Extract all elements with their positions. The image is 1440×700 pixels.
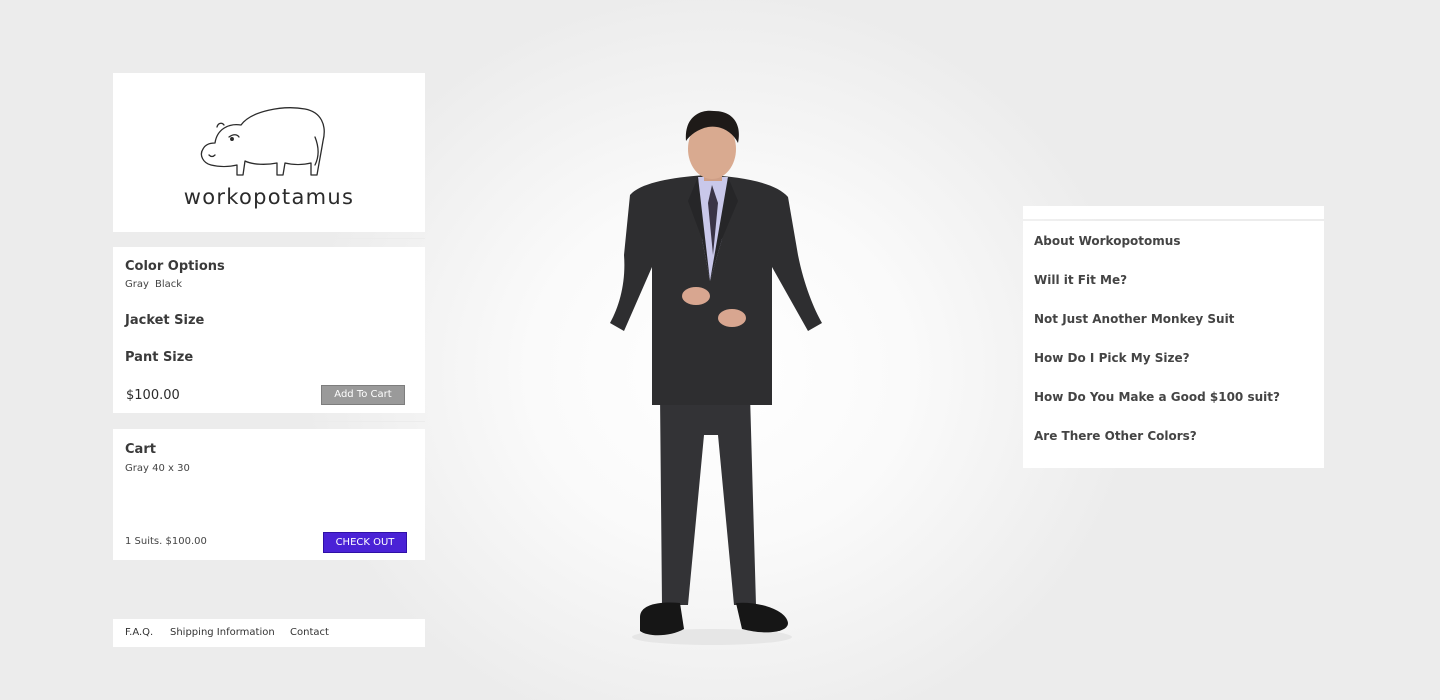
logo-panel: workopotamus (113, 73, 425, 232)
shipping-information-link[interactable]: Shipping Information (170, 627, 275, 638)
faq-panel-header (1023, 206, 1324, 219)
brand-name: workopotamus (183, 185, 355, 209)
faq-item-about[interactable]: About Workopotomus (1034, 234, 1180, 248)
faq-item-good-suit[interactable]: How Do You Make a Good $100 suit? (1034, 390, 1280, 404)
contact-link[interactable]: Contact (290, 627, 329, 638)
pant-size-title[interactable]: Pant Size (125, 350, 193, 365)
checkout-button[interactable]: CHECK OUT (323, 532, 407, 553)
add-to-cart-button[interactable]: Add To Cart (321, 385, 405, 405)
cart-summary: 1 Suits. $100.00 (125, 536, 207, 547)
faq-link[interactable]: F.A.Q. (125, 627, 153, 638)
color-option-black[interactable]: Black (155, 279, 182, 290)
color-option-gray[interactable]: Gray (125, 279, 149, 290)
jacket-size-title[interactable]: Jacket Size (125, 313, 204, 328)
cart-title: Cart (125, 442, 156, 457)
color-options-title: Color Options (125, 259, 225, 274)
faq-item-pick-size[interactable]: How Do I Pick My Size? (1034, 351, 1190, 365)
divider (113, 238, 425, 239)
product-options-panel: Color Options Gray Black Jacket Size Pan… (113, 247, 425, 413)
cart-panel: Cart Gray 40 x 30 1 Suits. $100.00 CHECK… (113, 429, 425, 560)
faq-item-monkey-suit[interactable]: Not Just Another Monkey Suit (1034, 312, 1234, 326)
footer-links: F.A.Q. Shipping Information Contact (113, 619, 425, 647)
hippo-logo-icon (200, 107, 325, 176)
divider (113, 421, 425, 422)
faq-item-fit[interactable]: Will it Fit Me? (1034, 273, 1127, 287)
cart-item: Gray 40 x 30 (125, 463, 190, 474)
product-price: $100.00 (126, 388, 180, 403)
faq-panel: About Workopotomus Will it Fit Me? Not J… (1023, 221, 1324, 468)
faq-item-other-colors[interactable]: Are There Other Colors? (1034, 429, 1197, 443)
model-in-suit-image (610, 110, 822, 645)
